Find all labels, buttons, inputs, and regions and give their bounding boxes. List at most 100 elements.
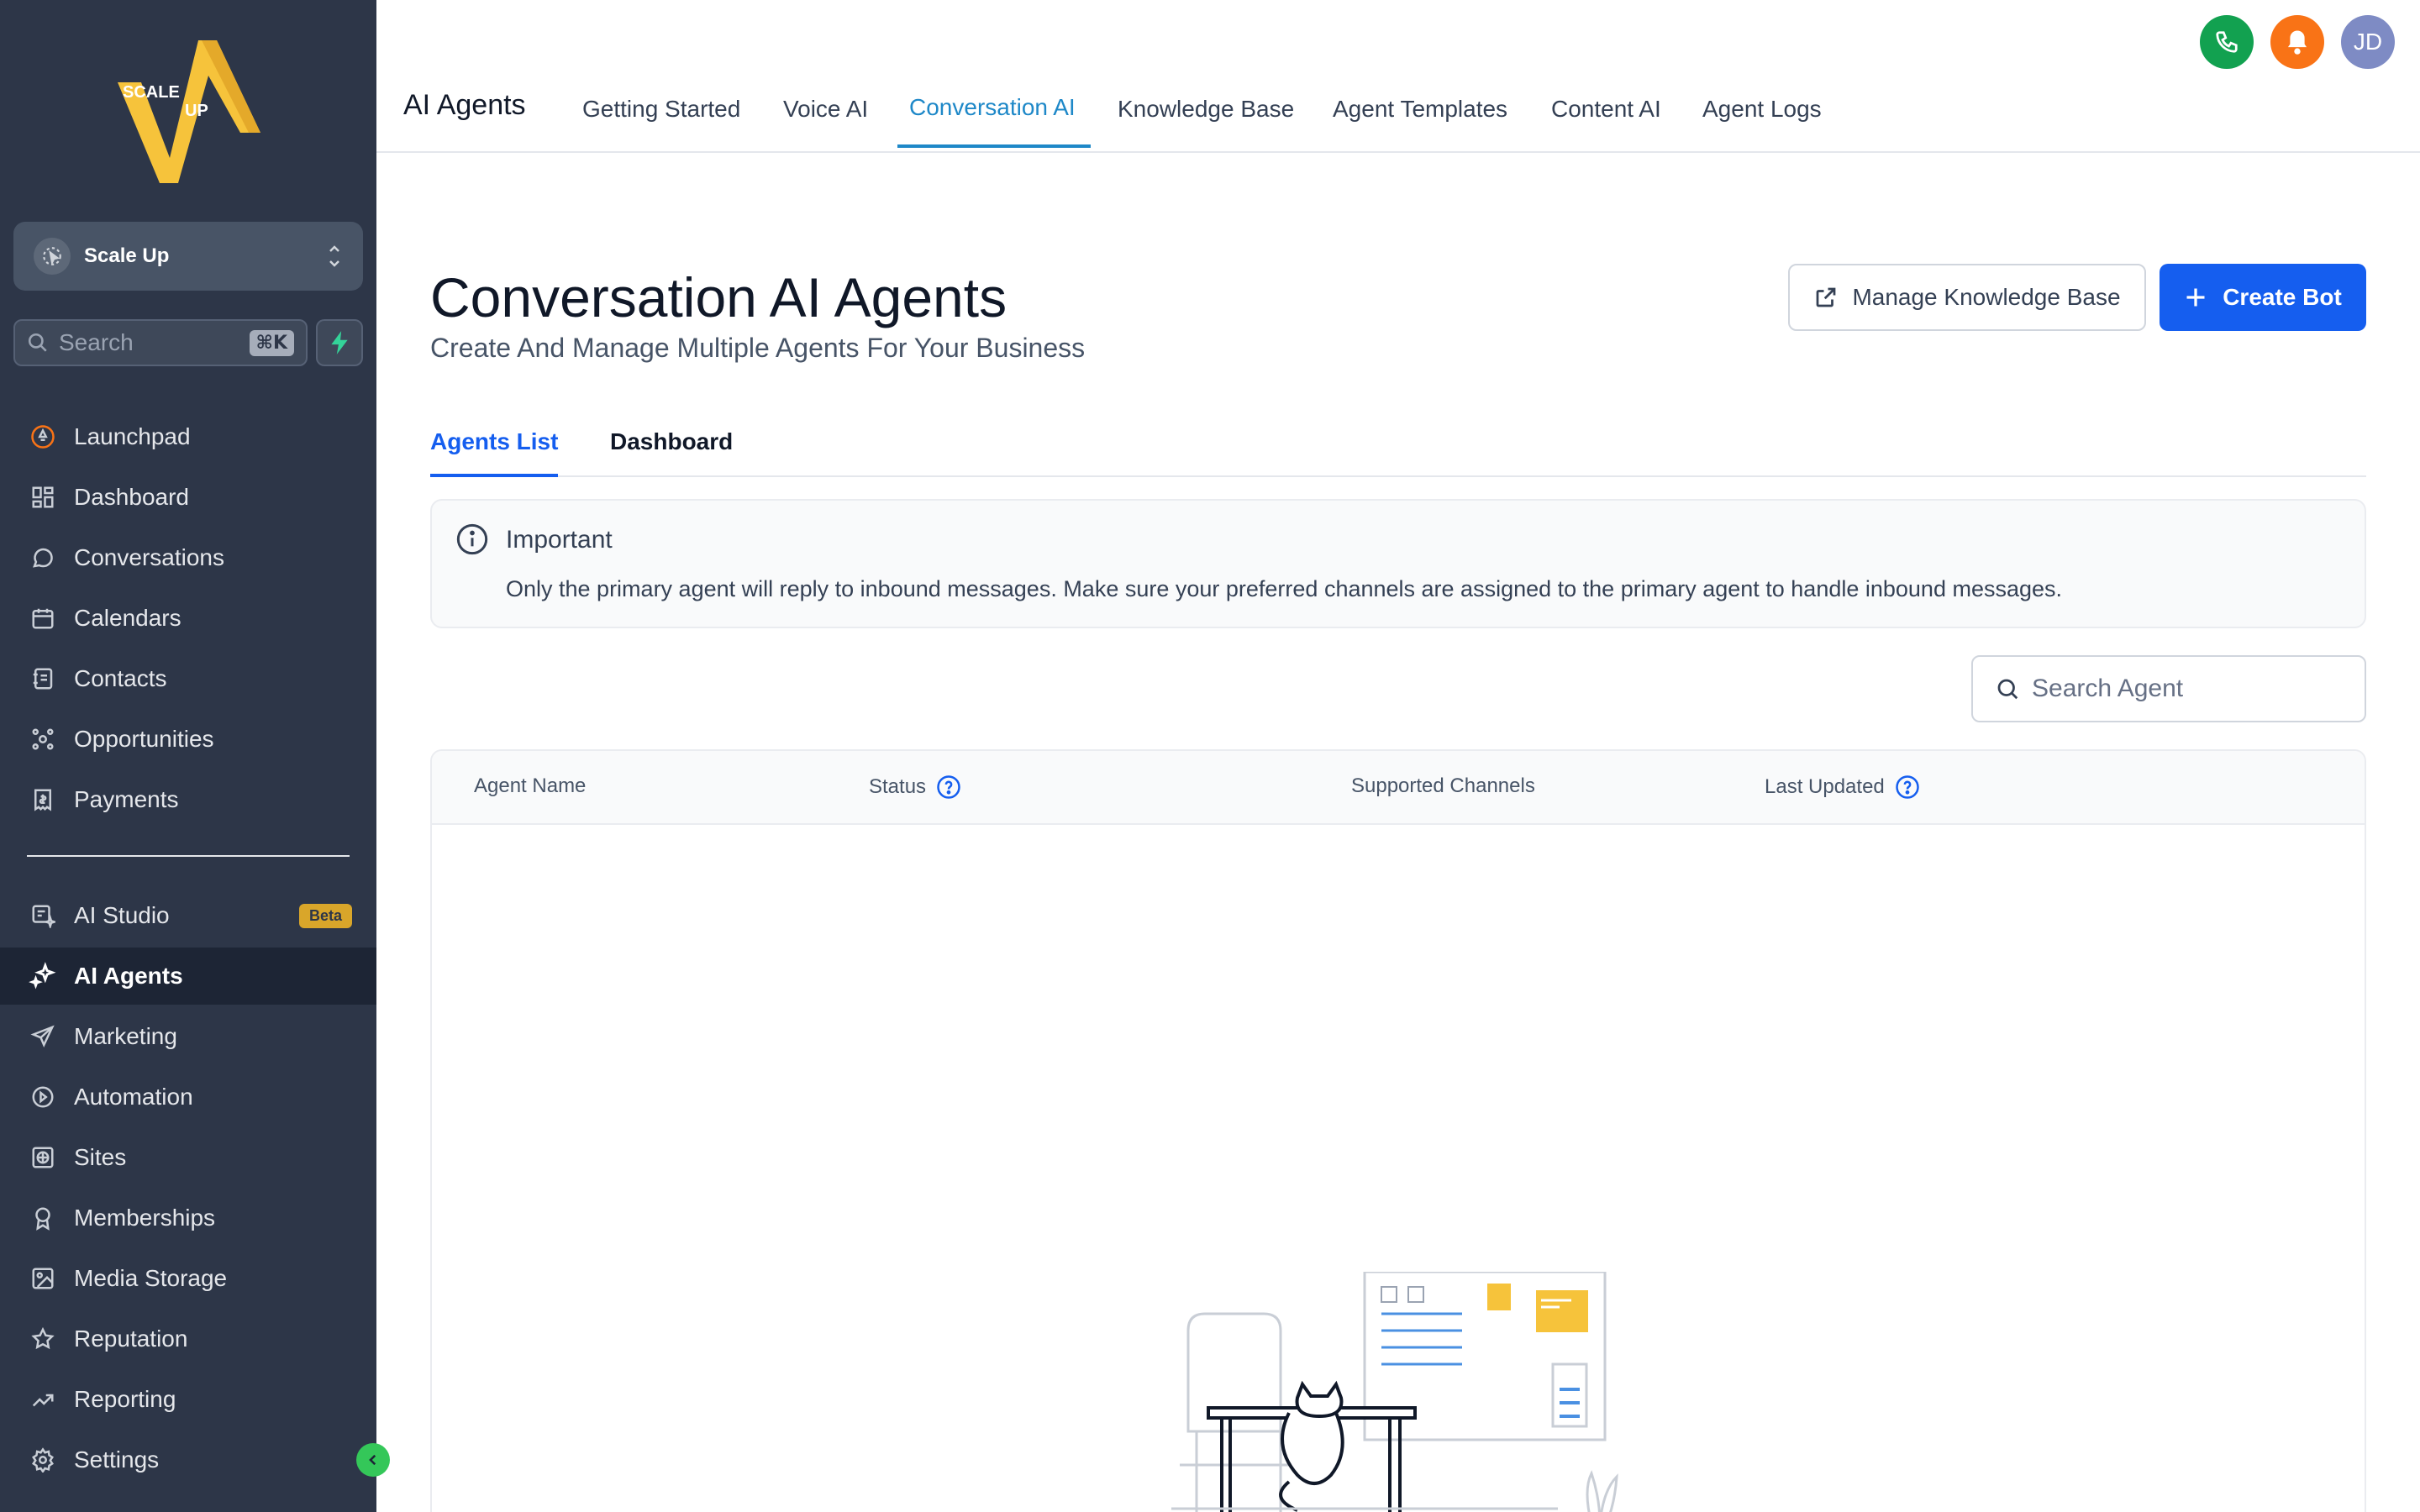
column-label: Supported Channels [1351,774,1535,797]
avatar-initials: JD [2353,29,2383,55]
chevron-up-down-icon [329,245,339,267]
sidebar-item-marketing[interactable]: Marketing [0,1008,376,1065]
alert-title: Important [506,526,613,554]
manage-knowledge-base-button[interactable]: Manage Knowledge Base [1788,264,2146,331]
external-link-icon [1817,287,1836,307]
sidebar-item-label: Contacts [74,665,167,691]
sidebar-item-label: Settings [74,1446,160,1473]
sidebar-item-settings[interactable]: Settings [0,1431,376,1488]
page-title: Conversation AI Agents [430,266,1007,328]
phone-button[interactable] [2200,15,2254,69]
tab-agent-logs[interactable]: Agent Logs [1702,96,1822,123]
beta-badge: Beta [299,904,353,928]
sparkles-icon [27,960,59,992]
column-last-updated: Last Updated [1765,774,1920,800]
create-bot-button[interactable]: Create Bot [2160,264,2366,331]
location-icon [34,238,71,275]
sidebar-item-memberships[interactable]: Memberships [0,1189,376,1247]
search-shortcut: ⌘K [249,329,294,356]
sidebar-item-label: Reporting [74,1386,176,1412]
search-agent-input[interactable]: Search Agent [1971,655,2366,722]
sidebar-item-ai-studio[interactable]: AI Studio Beta [0,887,376,944]
top-bar: AI Agents Getting Started Voice AI Convers… [376,0,2420,153]
sidebar-item-payments[interactable]: Payments [0,771,376,828]
rocket-icon [27,421,59,453]
address-book-icon [27,663,59,695]
award-icon [27,1202,59,1234]
tab-agent-templates[interactable]: Agent Templates [1333,96,1507,123]
sidebar-item-label: AI Agents [74,963,183,989]
tab-voice-ai[interactable]: Voice AI [783,96,868,123]
create-bot-label: Create Bot [2223,284,2342,310]
gear-icon [27,1444,59,1476]
column-label: Agent Name [474,774,587,797]
svg-text:SCALE: SCALE [123,83,180,102]
subtab-agents-list[interactable]: Agents List [430,428,558,455]
user-avatar[interactable]: JD [2341,15,2395,69]
column-label: Status [869,775,927,798]
sidebar-item-label: Media Storage [74,1265,228,1291]
bell-icon [2287,30,2307,55]
globe-icon [27,1142,59,1173]
chevron-left-icon [369,1454,376,1466]
sidebar-item-ai-agents[interactable]: AI Agents [0,948,376,1005]
sidebar-item-label: Marketing [74,1023,177,1049]
location-name: Scale Up [84,244,170,267]
phone-icon [2216,31,2238,53]
info-icon [456,523,488,555]
sidebar-item-reputation[interactable]: Reputation [0,1310,376,1368]
sidebar-item-contacts[interactable]: Contacts [0,650,376,707]
important-alert: Important Only the primary agent will re… [430,499,2366,628]
sidebar-item-label: Launchpad [74,423,191,449]
sidebar-item-opportunities[interactable]: Opportunities [0,711,376,768]
sidebar-item-reporting[interactable]: Reporting [0,1371,376,1428]
trend-up-icon [27,1383,59,1415]
help-icon[interactable] [936,774,961,800]
sidebar-item-label: Dashboard [74,484,189,510]
lightning-icon [331,331,348,354]
table-header: Agent Name Status Supported Channels Las… [432,751,2365,825]
sidebar-item-label: Calendars [74,605,182,631]
subtab-divider [430,475,2366,477]
active-subtab-indicator [430,474,558,477]
chat-bubble-icon [27,542,59,574]
tab-getting-started[interactable]: Getting Started [582,96,740,123]
sidebar-item-conversations[interactable]: Conversations [0,529,376,586]
quick-actions-button[interactable] [316,319,363,366]
collapse-sidebar-button[interactable] [356,1443,390,1477]
notifications-button[interactable] [2270,15,2324,69]
sidebar-item-label: Conversations [74,544,224,570]
scale-up-logo[interactable]: SCALE UP [118,32,260,188]
help-icon[interactable] [1895,774,1920,800]
tab-conversation-ai[interactable]: Conversation AI [909,94,1076,121]
empty-state-illustration [1171,1272,1618,1512]
sidebar-item-dashboard[interactable]: Dashboard [0,469,376,526]
subtab-dashboard[interactable]: Dashboard [610,428,733,455]
image-icon [27,1263,59,1294]
sidebar-item-automation[interactable]: Automation [0,1068,376,1126]
search-agent-placeholder: Search Agent [2032,675,2184,702]
sidebar: SCALE UP Scale Up Search ⌘K Launchpad Das… [0,0,390,1512]
sidebar-item-launchpad[interactable]: Launchpad [0,408,376,465]
search-icon [1997,679,2018,700]
page-subtitle: Create And Manage Multiple Agents For Yo… [430,333,1086,363]
tab-content-ai[interactable]: Content AI [1551,96,1661,123]
sidebar-item-label: Sites [74,1144,127,1170]
alert-text: Only the primary agent will reply to inb… [506,576,2063,601]
column-label: Last Updated [1765,775,1885,798]
manage-knowledge-base-label: Manage Knowledge Base [1852,284,2121,310]
sidebar-item-calendars[interactable]: Calendars [0,590,376,647]
sidebar-item-label: Memberships [74,1205,216,1231]
column-supported-channels: Supported Channels [1351,774,1535,798]
column-agent-name: Agent Name [474,774,586,798]
section-title: AI Agents [403,89,526,121]
sidebar-item-label: AI Studio [74,902,170,928]
sidebar-search[interactable]: Search ⌘K [13,319,308,366]
location-switcher[interactable]: Scale Up [13,222,363,291]
svg-text:UP: UP [185,102,208,120]
search-placeholder: Search [59,329,134,355]
dashboard-grid-icon [27,481,59,513]
sidebar-item-sites[interactable]: Sites [0,1129,376,1186]
tab-knowledge-base[interactable]: Knowledge Base [1118,96,1294,123]
sidebar-item-media-storage[interactable]: Media Storage [0,1250,376,1307]
